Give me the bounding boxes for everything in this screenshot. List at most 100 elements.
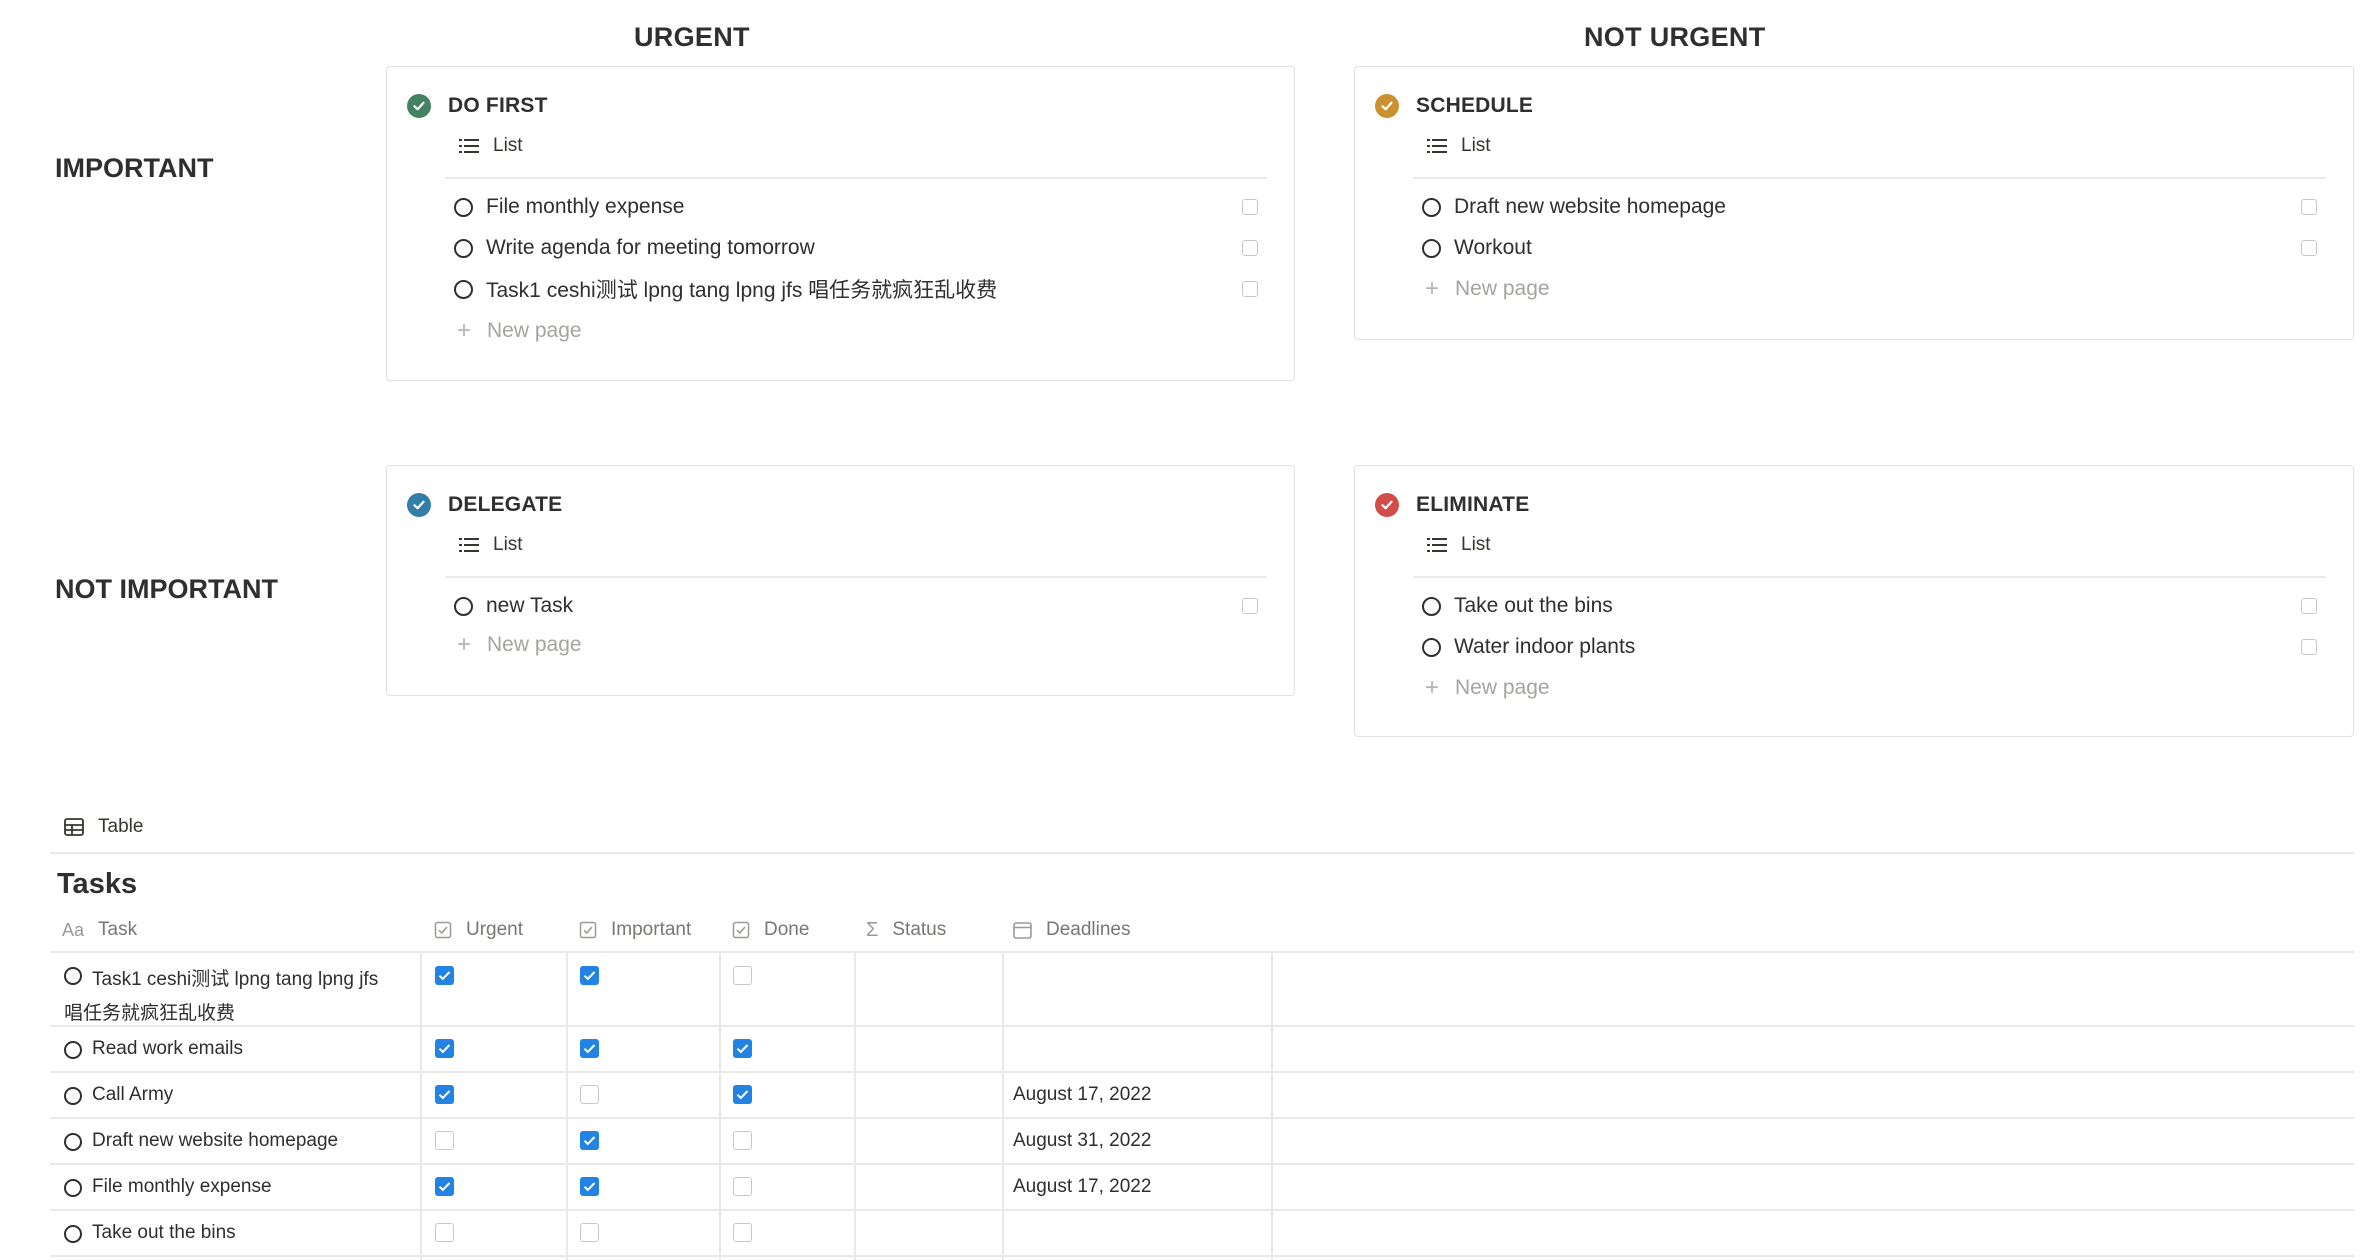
view-label: List (493, 534, 523, 555)
new-page-button[interactable]: + New page (455, 317, 582, 345)
table-view-tab[interactable]: Table (64, 816, 143, 838)
deadline-value[interactable]: August 31, 2022 (1013, 1130, 1151, 1152)
plus-icon: + (456, 317, 471, 344)
divider (50, 1025, 2354, 1027)
done-checkbox[interactable] (2301, 598, 2317, 614)
done-checkbox[interactable] (2301, 240, 2317, 256)
schedule-card: SCHEDULE List Draft new website homepage… (1354, 66, 2354, 340)
new-page-button[interactable]: + New page (1423, 275, 1550, 303)
new-page-button[interactable]: + New page (455, 631, 582, 659)
table-row[interactable]: Take out the bins (64, 1222, 236, 1244)
list-item[interactable]: Water indoor plants (1422, 631, 2317, 663)
divider (1413, 177, 2326, 179)
task-circle-icon (1422, 238, 1441, 258)
important-checkbox[interactable] (580, 1131, 599, 1150)
list-view-tab[interactable]: List (459, 135, 523, 157)
header-status[interactable]: Σ Status (866, 915, 946, 945)
important-checkbox[interactable] (580, 1223, 599, 1242)
urgent-checkbox[interactable] (435, 1085, 454, 1104)
task-circle-icon (64, 1179, 82, 1197)
urgent-checkbox[interactable] (435, 1131, 454, 1150)
important-checkbox[interactable] (580, 966, 599, 985)
deadline-value[interactable]: August 17, 2022 (1013, 1176, 1151, 1198)
row-header-not-important: NOT IMPORTANT (55, 574, 278, 604)
divider (50, 852, 2354, 854)
check-circle-icon (407, 493, 431, 517)
divider (50, 1163, 2354, 1165)
done-checkbox[interactable] (733, 966, 752, 985)
table-row[interactable]: Read work emails (64, 1038, 243, 1060)
new-page-button[interactable]: + New page (1423, 674, 1550, 702)
deadline-value[interactable]: August 17, 2022 (1013, 1084, 1151, 1106)
delegate-title[interactable]: DELEGATE (407, 490, 562, 520)
divider (50, 1209, 2354, 1211)
urgent-checkbox[interactable] (435, 966, 454, 985)
urgent-checkbox[interactable] (435, 1223, 454, 1242)
task-circle-icon (64, 967, 82, 985)
list-view-tab[interactable]: List (459, 534, 523, 556)
done-checkbox[interactable] (733, 1223, 752, 1242)
divider (1271, 951, 1273, 1260)
task-circle-icon (454, 238, 473, 258)
done-checkbox[interactable] (1242, 598, 1258, 614)
do-first-title[interactable]: DO FIRST (407, 91, 548, 121)
list-item[interactable]: Task1 ceshi测试 lpng tang lpng jfs 唱任务就疯狂乱… (454, 273, 1258, 305)
divider (1413, 576, 2326, 578)
done-checkbox[interactable] (2301, 639, 2317, 655)
header-urgent[interactable]: Urgent (434, 915, 523, 945)
list-item[interactable]: File monthly expense (454, 191, 1258, 223)
view-label: List (493, 135, 523, 156)
divider (50, 951, 2354, 953)
header-task[interactable]: Aa Task (62, 915, 137, 945)
list-item[interactable]: Write agenda for meeting tomorrow (454, 232, 1258, 264)
done-checkbox[interactable] (733, 1039, 752, 1058)
table-row[interactable]: Call Army (64, 1084, 173, 1106)
task-circle-icon (64, 1225, 82, 1243)
view-label: List (1461, 135, 1491, 156)
done-checkbox[interactable] (2301, 199, 2317, 215)
table-row[interactable]: File monthly expense (64, 1176, 272, 1198)
plus-icon: + (1424, 275, 1439, 302)
card-name: DO FIRST (448, 94, 548, 117)
list-view-tab[interactable]: List (1427, 135, 1491, 157)
task-circle-icon (64, 1041, 82, 1059)
done-checkbox[interactable] (1242, 240, 1258, 256)
done-checkbox[interactable] (1242, 199, 1258, 215)
eliminate-title[interactable]: ELIMINATE (1375, 490, 1529, 520)
done-checkbox[interactable] (733, 1177, 752, 1196)
header-important[interactable]: Important (579, 915, 691, 945)
task-circle-icon (454, 596, 473, 616)
schedule-title[interactable]: SCHEDULE (1375, 91, 1533, 121)
table-title[interactable]: Tasks (57, 868, 137, 901)
header-done[interactable]: Done (732, 915, 809, 945)
urgent-checkbox[interactable] (435, 1177, 454, 1196)
important-checkbox[interactable] (580, 1039, 599, 1058)
list-item[interactable]: Draft new website homepage (1422, 191, 2317, 223)
card-name: ELIMINATE (1416, 493, 1530, 516)
card-name: DELEGATE (448, 493, 563, 516)
task-circle-icon (1422, 596, 1441, 616)
done-checkbox[interactable] (733, 1085, 752, 1104)
important-checkbox[interactable] (580, 1177, 599, 1196)
important-checkbox[interactable] (580, 1085, 599, 1104)
divider (445, 576, 1267, 578)
divider (854, 951, 856, 1260)
done-checkbox[interactable] (1242, 281, 1258, 297)
list-item[interactable]: Workout (1422, 232, 2317, 264)
list-icon (1427, 538, 1447, 552)
task-circle-icon (454, 197, 473, 217)
header-deadlines[interactable]: Deadlines (1013, 915, 1131, 945)
list-item[interactable]: Take out the bins (1422, 590, 2317, 622)
column-header-not-urgent: NOT URGENT (1584, 22, 1766, 52)
divider (445, 177, 1267, 179)
list-item[interactable]: new Task (454, 590, 1258, 622)
table-row[interactable]: Task1 ceshi测试 lpng tang lpng jfs 唱任务就疯狂乱收… (64, 964, 378, 1025)
urgent-checkbox[interactable] (435, 1039, 454, 1058)
list-icon (459, 139, 479, 153)
done-checkbox[interactable] (733, 1131, 752, 1150)
list-view-tab[interactable]: List (1427, 534, 1491, 556)
table-row[interactable]: Draft new website homepage (64, 1130, 338, 1152)
task-circle-icon (64, 1133, 82, 1151)
check-circle-icon (1375, 493, 1399, 517)
divider (719, 951, 721, 1260)
